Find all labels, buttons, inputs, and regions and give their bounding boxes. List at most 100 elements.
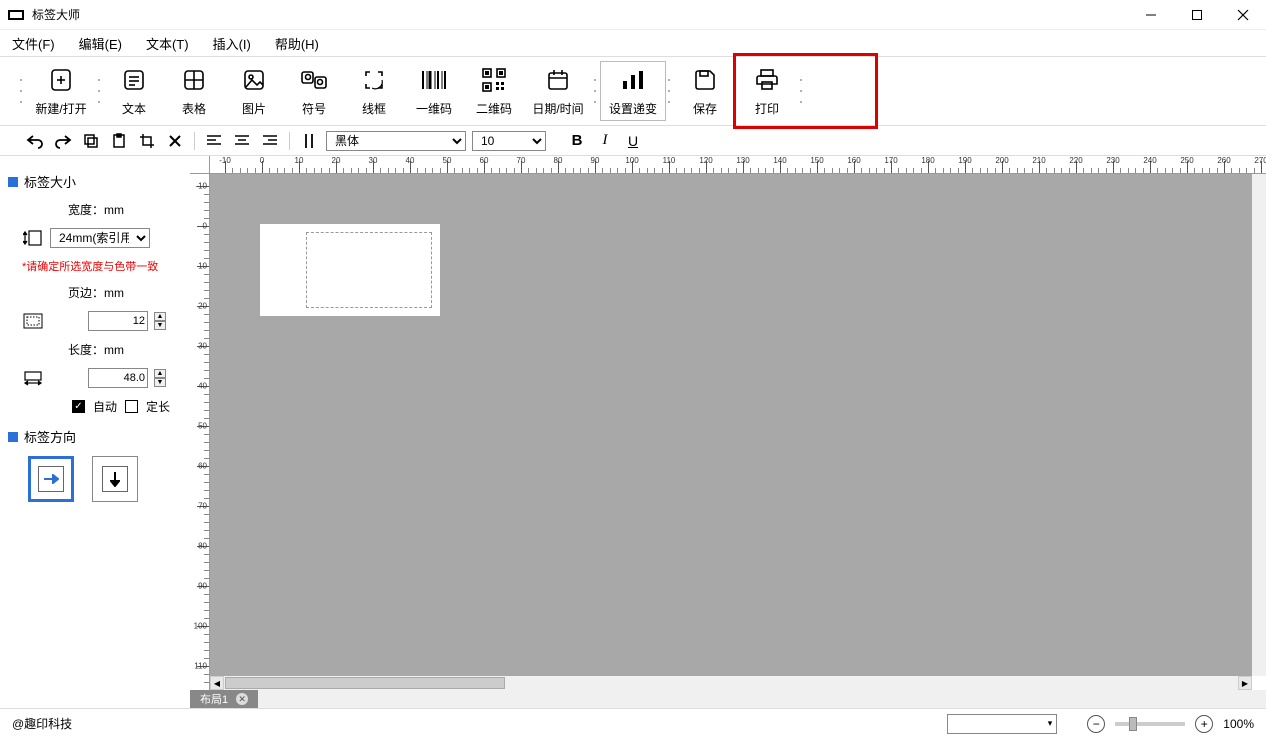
ribbon-text[interactable]: 文本	[104, 61, 164, 121]
image-icon	[240, 66, 268, 94]
layout-tab[interactable]: 布局1 ✕	[190, 690, 258, 708]
paste-button[interactable]	[108, 130, 130, 152]
ribbon-increment[interactable]: 设置递变	[600, 61, 666, 121]
align-left-button[interactable]	[203, 130, 225, 152]
canvas-viewport[interactable]	[210, 174, 1252, 676]
font-size-select[interactable]: 10	[472, 131, 546, 151]
tab-close-icon[interactable]: ✕	[236, 693, 248, 705]
menu-file[interactable]: 文件(F)	[12, 34, 55, 53]
minimize-button[interactable]	[1128, 0, 1174, 30]
length-row: ▲▼	[22, 368, 182, 388]
new-open-icon	[47, 66, 75, 94]
ribbon-sep	[98, 67, 102, 115]
zoom-slider[interactable]	[1115, 722, 1185, 726]
zoom-in-button[interactable]: +	[1195, 715, 1213, 733]
copy-button[interactable]	[80, 130, 102, 152]
canvas-area: -100102030405060708090100110120130140150…	[190, 156, 1266, 708]
width-select[interactable]: 24mm(索引用	[50, 228, 150, 248]
align-center-button[interactable]	[231, 130, 253, 152]
align-right-button[interactable]	[259, 130, 281, 152]
orientation-row	[28, 456, 182, 502]
ruler-corner	[190, 156, 210, 174]
underline-button[interactable]: U	[622, 130, 644, 152]
ribbon-barcode[interactable]: 一维码	[404, 61, 464, 121]
ribbon-sep	[20, 67, 24, 115]
fixed-checkbox[interactable]	[125, 400, 138, 413]
italic-button[interactable]: I	[594, 130, 616, 152]
menubar: 文件(F) 编辑(E) 文本(T) 插入(I) 帮助(H)	[0, 30, 1266, 56]
ribbon-new-open[interactable]: 新建/打开	[26, 61, 96, 121]
ribbon-sep	[668, 67, 672, 115]
length-icon	[22, 369, 44, 387]
zoom-value: 100%	[1223, 717, 1254, 731]
text-icon	[120, 66, 148, 94]
vertical-scrollbar[interactable]	[1252, 174, 1266, 676]
ribbon-table[interactable]: 表格	[164, 61, 224, 121]
length-spinner[interactable]: ▲▼	[154, 369, 166, 387]
margin-row: ▲▼	[22, 311, 182, 331]
menu-edit[interactable]: 编辑(E)	[79, 34, 122, 53]
section-label-size: 标签大小	[8, 172, 182, 191]
maximize-button[interactable]	[1174, 0, 1220, 30]
margin-input[interactable]	[88, 311, 148, 331]
length-input[interactable]	[88, 368, 148, 388]
section-marker-icon	[8, 432, 18, 442]
horizontal-scrollbar[interactable]: ◀ ▶	[210, 676, 1252, 690]
ribbon-sep	[594, 67, 598, 115]
zoom-out-button[interactable]: −	[1087, 715, 1105, 733]
app-title: 标签大师	[32, 6, 1128, 23]
delete-button[interactable]	[164, 130, 186, 152]
auto-checkbox[interactable]: ✓	[72, 400, 85, 413]
frame-icon	[360, 66, 388, 94]
zoom-slider-knob[interactable]	[1129, 717, 1137, 731]
datetime-icon	[544, 66, 572, 94]
ribbon-qrcode[interactable]: 二维码	[464, 61, 524, 121]
body: 标签大小 宽度：mm 24mm(索引用 *请确定所选宽度与色带一致 页边：mm …	[0, 156, 1266, 708]
ribbon-print[interactable]: 打印	[736, 61, 798, 121]
label-printable-area	[306, 232, 432, 308]
ribbon-symbol[interactable]: 符号	[284, 61, 344, 121]
ruler-vertical: -100102030405060708090100110120	[190, 174, 210, 708]
section-label-orient: 标签方向	[8, 427, 182, 446]
qrcode-icon	[480, 66, 508, 94]
ribbon-save[interactable]: 保存	[674, 61, 736, 121]
width-icon	[22, 229, 44, 247]
print-icon	[753, 66, 781, 94]
ribbon-datetime[interactable]: 日期/时间	[524, 61, 592, 121]
table-icon	[180, 66, 208, 94]
menu-insert[interactable]: 插入(I)	[213, 34, 251, 53]
orient-vertical-button[interactable]	[92, 456, 138, 502]
toolbar-separator	[289, 132, 290, 150]
orient-horizontal-button[interactable]	[28, 456, 74, 502]
undo-button[interactable]	[24, 130, 46, 152]
ribbon-image[interactable]: 图片	[224, 61, 284, 121]
ribbon-frame[interactable]: 线框	[344, 61, 404, 121]
label-canvas[interactable]	[260, 224, 440, 316]
bold-button[interactable]: B	[566, 130, 588, 152]
toolbar-separator	[194, 132, 195, 150]
menu-text[interactable]: 文本(T)	[146, 34, 189, 53]
redo-button[interactable]	[52, 130, 74, 152]
length-mode-row: ✓自动 定长	[72, 398, 182, 415]
scroll-left-arrow[interactable]: ◀	[210, 676, 224, 690]
margin-spinner[interactable]: ▲▼	[154, 312, 166, 330]
symbol-icon	[300, 66, 328, 94]
brand-label: @趣印科技	[12, 715, 72, 732]
crop-button[interactable]	[136, 130, 158, 152]
vertical-text-button[interactable]	[298, 130, 320, 152]
layout-tabbar: 布局1 ✕	[190, 690, 1266, 708]
font-select[interactable]: 黑体	[326, 131, 466, 151]
save-icon	[691, 66, 719, 94]
length-label: 长度：mm	[68, 341, 182, 358]
scroll-thumb[interactable]	[225, 677, 505, 689]
width-row: 24mm(索引用	[22, 228, 182, 248]
menu-help[interactable]: 帮助(H)	[275, 34, 319, 53]
scroll-right-arrow[interactable]: ▶	[1238, 676, 1252, 690]
margin-label: 页边：mm	[68, 284, 182, 301]
increment-icon	[619, 66, 647, 94]
ribbon-sep	[800, 67, 804, 115]
close-button[interactable]	[1220, 0, 1266, 30]
section-marker-icon	[8, 177, 18, 187]
margin-icon	[22, 312, 44, 330]
status-combo[interactable]: ▾	[947, 714, 1057, 734]
